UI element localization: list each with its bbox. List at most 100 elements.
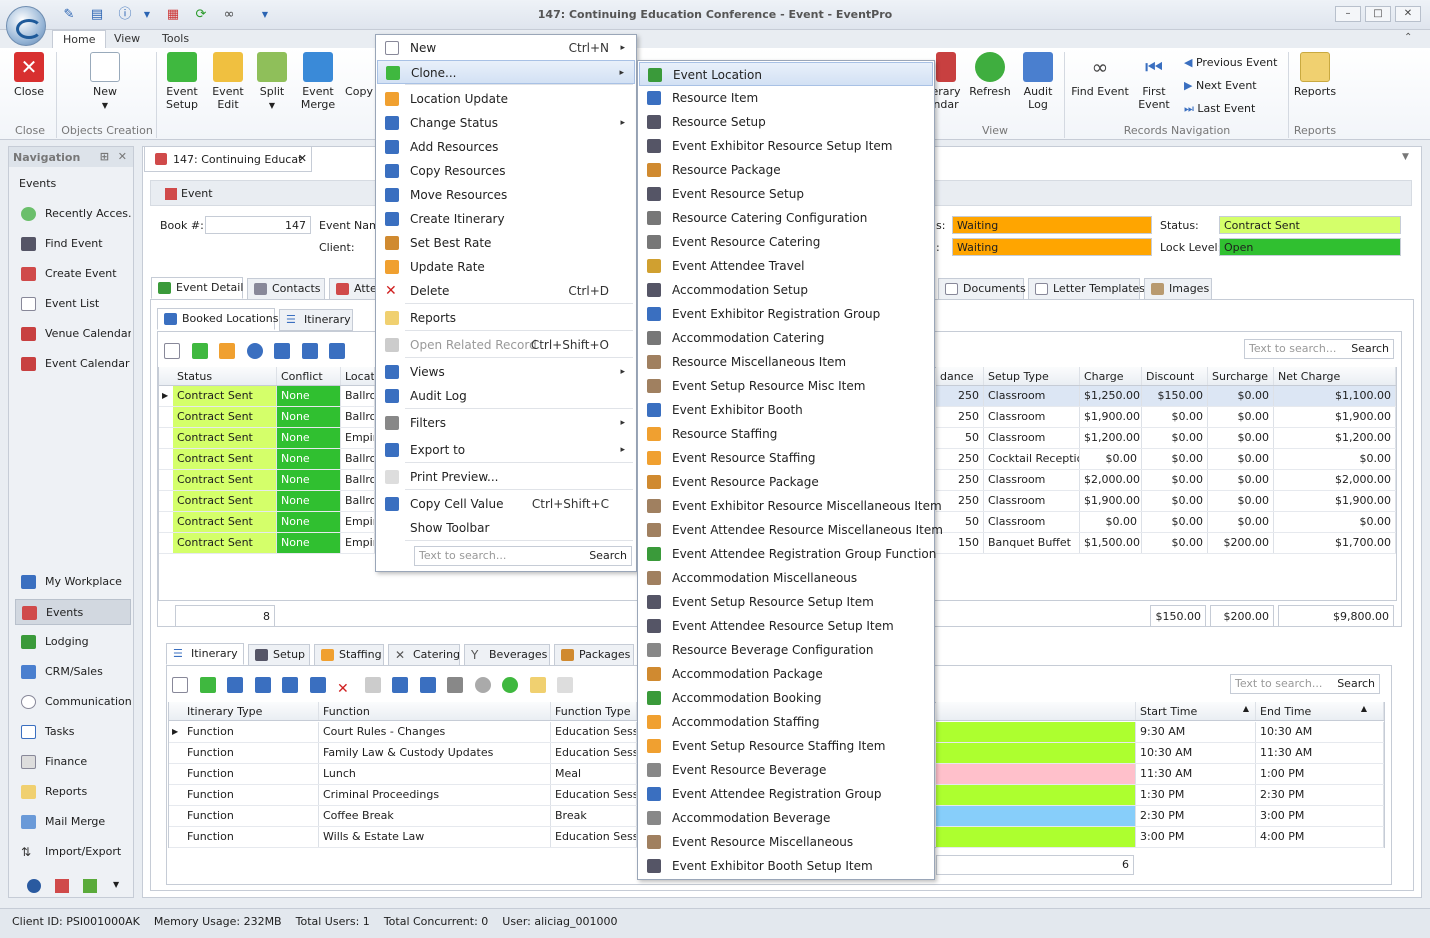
tab-images[interactable]: Images: [1144, 278, 1212, 300]
menu-item-reports[interactable]: Reports: [377, 306, 635, 330]
more-icon[interactable]: ▼: [113, 880, 119, 889]
table-row[interactable]: 250 Classroom $1,900.00 $0.00 $0.00 $1,900.00: [936, 491, 1396, 512]
tab-setup[interactable]: Setup: [248, 644, 310, 666]
new-icon[interactable]: [172, 677, 188, 693]
clone-item-resource-catering-configuration[interactable]: Resource Catering Configuration: [639, 206, 933, 230]
nav-item-crm-sales[interactable]: CRM/Sales: [15, 659, 131, 685]
nav-item-lodging[interactable]: Lodging: [15, 629, 131, 655]
tab-itinerary[interactable]: ☰ Itinerary: [166, 643, 244, 665]
find-event-button[interactable]: ∞ Find Event: [1070, 52, 1130, 98]
refresh-button[interactable]: Refresh: [966, 52, 1014, 98]
menu-item-change-status[interactable]: Change Status ▸: [377, 111, 635, 135]
clone-item-event-resource-setup[interactable]: Event Resource Setup: [639, 182, 933, 206]
col-status[interactable]: Status: [173, 367, 277, 385]
nav-item-reports[interactable]: Reports: [15, 779, 131, 805]
nav-item-event-calendar[interactable]: Event Calendar: [15, 351, 131, 377]
menu-item-open-related-record[interactable]: Open Related Record Ctrl+Shift+O: [377, 333, 635, 357]
info-icon[interactable]: [246, 343, 263, 359]
itinerary-search-button[interactable]: Search: [1337, 677, 1375, 690]
report-icon[interactable]: [529, 677, 546, 693]
edit-icon[interactable]: [219, 343, 235, 359]
nav-item-event-list[interactable]: Event List: [15, 291, 131, 317]
menu-item-delete[interactable]: ✕ Delete Ctrl+D: [377, 279, 635, 303]
menu-item-export-to[interactable]: Export to ▸: [377, 438, 635, 462]
nav-item-find-event[interactable]: Find Event: [15, 231, 131, 257]
table-row[interactable]: Contract SentNoneBallroo: [159, 407, 375, 428]
table-row[interactable]: 50 Classroom $0.00 $0.00 $0.00 $0.00: [936, 512, 1396, 533]
export-icon[interactable]: [392, 677, 408, 693]
booked-search-input[interactable]: Text to search... Search: [1244, 339, 1394, 359]
nav-item-venue-calendar[interactable]: Venue Calendar: [15, 321, 131, 347]
nav-item-finance[interactable]: Finance: [15, 749, 131, 775]
clone-item-accommodation-catering[interactable]: Accommodation Catering: [639, 326, 933, 350]
copy-button[interactable]: Copy: [344, 52, 374, 98]
collapse-ribbon-icon[interactable]: ⌃: [1404, 32, 1412, 43]
confirm-icon[interactable]: [502, 677, 518, 693]
clone-item-event-exhibitor-booth-setup-item[interactable]: Event Exhibitor Booth Setup Item: [639, 854, 933, 878]
menu-item-audit-log[interactable]: Audit Log: [377, 384, 635, 408]
clone-item-accommodation-package[interactable]: Accommodation Package: [639, 662, 933, 686]
tab-home[interactable]: Home: [52, 30, 107, 48]
status-field[interactable]: Contract Sent: [1219, 216, 1401, 234]
tab-staffing[interactable]: Staffing: [314, 644, 384, 666]
info-icon[interactable]: ⓘ: [116, 6, 134, 24]
minimize-button[interactable]: –: [1335, 6, 1361, 22]
app-menu-button[interactable]: [6, 6, 46, 46]
save-icon[interactable]: ✎: [60, 6, 78, 24]
close-window-button[interactable]: ✕: [1395, 6, 1421, 22]
stats-icon[interactable]: [83, 879, 97, 893]
close-tab-icon[interactable]: ✕: [298, 152, 307, 165]
binoculars-icon[interactable]: ∞: [220, 6, 238, 24]
move-icon[interactable]: [309, 677, 326, 693]
col-itinerary-type[interactable]: Itinerary Type: [183, 702, 319, 720]
col-function[interactable]: Function: [319, 702, 551, 720]
clone-item-event-attendee-registration-group-function[interactable]: Event Attendee Registration Group Functi…: [639, 542, 936, 566]
clone-item-event-location[interactable]: Event Location: [639, 62, 933, 86]
menu-item-create-itinerary[interactable]: Create Itinerary: [377, 207, 635, 231]
clone-item-accommodation-staffing[interactable]: Accommodation Staffing: [639, 710, 933, 734]
split-button[interactable]: Split ▼: [252, 52, 292, 112]
col-setup-type[interactable]: Setup Type: [984, 367, 1080, 385]
event-setup-button[interactable]: Event Setup: [160, 52, 204, 111]
clone-item-event-exhibitor-resource-miscellaneous-item[interactable]: Event Exhibitor Resource Miscellaneous I…: [639, 494, 942, 518]
filter-icon[interactable]: [447, 677, 463, 693]
new-icon[interactable]: [164, 343, 180, 359]
table-row[interactable]: 250 Classroom $1,250.00 $150.00 $0.00 $1,100.…: [936, 386, 1396, 407]
nav-item-communications[interactable]: Communications: [15, 689, 131, 715]
preview-icon[interactable]: [557, 677, 573, 693]
clone-item-resource-staffing[interactable]: Resource Staffing: [639, 422, 933, 446]
clone-item-resource-setup[interactable]: Resource Setup: [639, 110, 933, 134]
col-conflict[interactable]: Conflict: [277, 367, 341, 385]
clone-item-event-exhibitor-resource-setup-item[interactable]: Event Exhibitor Resource Setup Item: [639, 134, 933, 158]
menu-item-print-preview[interactable]: Print Preview...: [377, 465, 635, 489]
table-row[interactable]: Function Criminal Proceedings Education Se…: [169, 785, 637, 806]
tab-event-detail[interactable]: Event Detail: [151, 277, 243, 299]
lock-level-field[interactable]: Open: [1219, 238, 1401, 256]
dropdown-icon[interactable]: ▼: [138, 6, 156, 24]
last-event-button[interactable]: ⏭ Last Event: [1184, 100, 1255, 118]
copy-icon[interactable]: [282, 677, 298, 693]
chart-icon[interactable]: [55, 879, 69, 893]
next-event-button[interactable]: ▶ Next Event: [1184, 77, 1257, 95]
clone-item-accommodation-setup[interactable]: Accommodation Setup: [639, 278, 933, 302]
clone-item-event-setup-resource-staffing-item[interactable]: Event Setup Resource Staffing Item: [639, 734, 933, 758]
clone-item-event-attendee-travel[interactable]: Event Attendee Travel: [639, 254, 933, 278]
clone-item-resource-package[interactable]: Resource Package: [639, 158, 933, 182]
clone-item-event-setup-resource-misc-item[interactable]: Event Setup Resource Misc Item: [639, 374, 933, 398]
table-row[interactable]: Function Lunch Meal: [169, 764, 637, 785]
new-button[interactable]: New ▼: [84, 52, 126, 112]
table-row[interactable]: Contract SentNoneEmpire: [159, 428, 375, 449]
col-charge[interactable]: Charge: [1080, 367, 1142, 385]
clone-item-event-exhibitor-registration-group[interactable]: Event Exhibitor Registration Group: [639, 302, 933, 326]
table-row[interactable]: 9:30 AM 10:30 AM: [936, 722, 1384, 743]
tab-packages[interactable]: Packages: [554, 644, 634, 666]
nav-item-tasks[interactable]: Tasks: [15, 719, 131, 745]
col-end-time[interactable]: End Time ▲: [1256, 702, 1384, 720]
col-start-time[interactable]: Start Time ▲: [1136, 702, 1256, 720]
tab-contacts[interactable]: Contacts: [247, 278, 325, 300]
table-row[interactable]: 50 Classroom $1,200.00 $0.00 $0.00 $1,200.00: [936, 428, 1396, 449]
col-function-type[interactable]: Function Type: [551, 702, 637, 720]
move-icon[interactable]: [329, 343, 345, 359]
menu-item-add-resources[interactable]: Add Resources: [377, 135, 635, 159]
nav-item-create-event[interactable]: Create Event: [15, 261, 131, 287]
